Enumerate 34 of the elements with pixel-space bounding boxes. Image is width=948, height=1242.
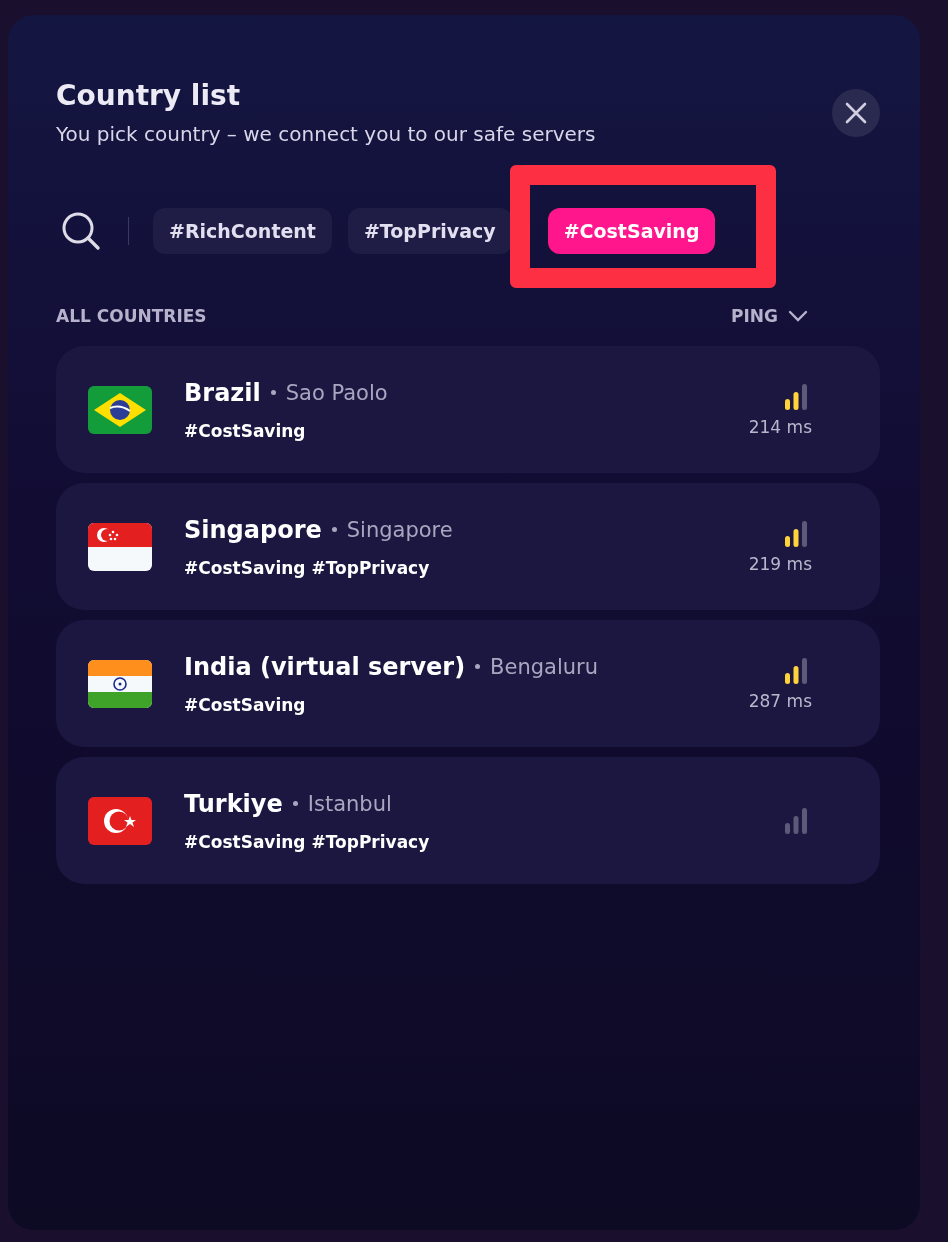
flag-icon [88,385,152,434]
country-name: Turkiye [184,789,283,818]
chevron-down-icon [788,310,808,322]
dialog-title: Country list [56,79,242,112]
list-heading: ALL COUNTRIES [56,306,207,326]
country-name: Singapore [184,515,322,544]
city-name: Bengaluru [490,654,599,679]
filter-tab[interactable]: #RichContent [153,208,332,254]
close-button[interactable] [832,89,880,137]
country-tags: #CostSaving [184,420,742,441]
flag-icon [88,659,152,708]
sort-button[interactable]: PING [731,306,808,326]
country-tags: #CostSaving #TopPrivacy [184,557,742,578]
flag-icon [88,796,152,845]
filter-tab[interactable]: #TopPrivacy [347,208,512,254]
country-name: Brazil [184,378,261,407]
country-tags: #CostSaving #TopPrivacy [184,831,742,852]
city-name: Sao Paolo [285,380,388,405]
flag-icon [88,522,152,571]
ping-time: 214 ms [748,416,812,437]
country-tags: #CostSaving [184,694,742,715]
ping-time: 219 ms [748,553,812,574]
country-row[interactable]: India (virtual server) Bengaluru #CostSaving 287 ms [56,620,880,747]
search-icon[interactable] [60,210,102,252]
country-row[interactable]: Singapore Singapore #CostSaving #TopPrivacy 219 ms [56,483,880,610]
country-row[interactable]: Turkiye Istanbul #CostSaving #TopPrivacy [56,757,880,884]
ping-time: 287 ms [748,690,812,711]
city-name: Singapore [346,517,453,542]
country-row[interactable]: Brazil Sao Paolo #CostSaving 214 ms [56,346,880,473]
close-icon [845,102,867,124]
city-name: Istanbul [307,791,392,816]
filter-tab[interactable]: #CostSaving [547,208,716,254]
country-name: India (virtual server) [184,652,466,681]
dialog-subtitle: You pick country – we connect you to our safe servers [56,122,596,146]
